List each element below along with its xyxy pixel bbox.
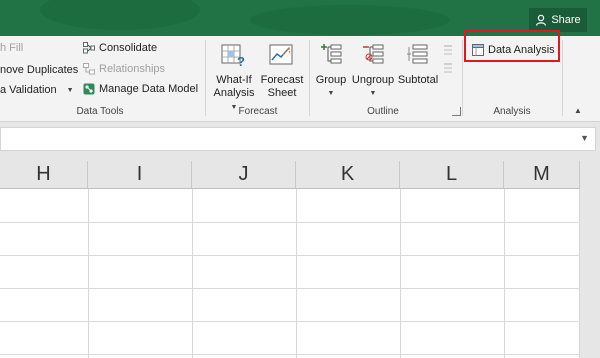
what-if-label-line1: What-If <box>216 74 252 86</box>
titlebar-texture <box>250 5 450 35</box>
what-if-label-line2: Analysis <box>213 87 255 99</box>
data-validation-label: a Validation <box>0 84 57 96</box>
grid-line <box>0 288 580 289</box>
relationships-button[interactable]: Relationships <box>83 63 165 75</box>
data-model-icon <box>83 83 95 95</box>
expand-formula-bar-icon[interactable]: ▼ <box>580 133 589 143</box>
grid-line <box>0 255 580 256</box>
forecast-group-label: Forecast <box>238 106 278 117</box>
ungroup-label: Ungroup <box>351 74 395 86</box>
column-header-k[interactable]: K <box>296 161 400 189</box>
group-label: Group <box>315 74 347 86</box>
titlebar-texture <box>40 0 200 30</box>
group-separator <box>205 40 206 116</box>
relationships-label: Relationships <box>99 63 166 75</box>
subtotal-label: Subtotal <box>397 74 439 86</box>
cell-grid[interactable] <box>0 189 580 358</box>
remove-duplicates-button[interactable]: nove Duplicates <box>0 64 78 76</box>
dropdown-caret-icon: ▼ <box>66 86 74 94</box>
outline-dialog-launcher-icon[interactable] <box>452 107 461 116</box>
column-header-m[interactable]: M <box>504 161 580 189</box>
data-tools-group-label: Data Tools <box>76 106 124 117</box>
outline-group-label: Outline <box>367 106 399 117</box>
data-validation-button[interactable]: a Validation ▼ <box>0 84 74 96</box>
what-if-analysis-button[interactable]: ? What-If Analysis ▼ <box>211 42 257 114</box>
grid-line <box>0 222 580 223</box>
flash-fill-button[interactable]: h Fill <box>0 42 23 54</box>
what-if-analysis-icon: ? <box>221 44 245 69</box>
show-hide-detail-icon[interactable] <box>442 42 456 82</box>
dropdown-caret-icon: ▼ <box>369 90 377 97</box>
grid-line <box>504 189 505 358</box>
column-header-h[interactable]: H <box>0 161 88 189</box>
collapse-ribbon-icon[interactable]: ▲ <box>574 106 582 115</box>
analysis-group-label: Analysis <box>493 106 531 117</box>
column-header-j[interactable]: J <box>192 161 296 189</box>
share-button[interactable]: Share <box>529 8 587 32</box>
column-header-i[interactable]: I <box>88 161 192 189</box>
manage-data-model-label: Manage Data Model <box>99 83 199 95</box>
grid-line <box>192 189 193 358</box>
subtotal-icon <box>407 44 428 64</box>
grid-line <box>88 189 89 358</box>
forecast-sheet-button[interactable]: Forecast Sheet <box>260 42 304 100</box>
grid-line <box>296 189 297 358</box>
consolidate-label: Consolidate <box>99 42 158 54</box>
forecast-sheet-icon <box>269 44 293 65</box>
forecast-sheet-label-line1: Forecast <box>260 74 304 86</box>
dropdown-caret-icon: ▼ <box>327 90 335 97</box>
consolidate-button[interactable]: Consolidate <box>83 42 157 54</box>
svg-text:?: ? <box>237 54 245 68</box>
flash-fill-label: h Fill <box>0 42 24 54</box>
consolidate-icon <box>83 42 95 54</box>
ungroup-icon <box>363 44 384 64</box>
ungroup-button[interactable]: Ungroup ▼ <box>350 42 396 100</box>
relationships-icon <box>83 63 95 75</box>
data-analysis-highlight <box>464 30 560 62</box>
person-icon <box>536 14 547 26</box>
grid-line <box>0 321 580 322</box>
grid-line <box>0 354 580 355</box>
group-separator <box>462 40 463 116</box>
group-separator <box>309 40 310 116</box>
group-button[interactable]: Group ▼ <box>313 42 349 100</box>
forecast-sheet-label-line2: Sheet <box>267 87 297 99</box>
remove-duplicates-label: nove Duplicates <box>0 64 79 76</box>
manage-data-model-button[interactable]: Manage Data Model <box>83 83 198 95</box>
share-label: Share <box>551 14 581 26</box>
subtotal-button[interactable]: Subtotal <box>397 42 439 87</box>
grid-line <box>400 189 401 358</box>
formula-bar[interactable]: ▼ <box>0 127 596 151</box>
group-icon <box>321 44 342 64</box>
column-header-l[interactable]: L <box>400 161 504 189</box>
group-separator <box>562 40 563 116</box>
sheet-edge <box>580 161 600 358</box>
